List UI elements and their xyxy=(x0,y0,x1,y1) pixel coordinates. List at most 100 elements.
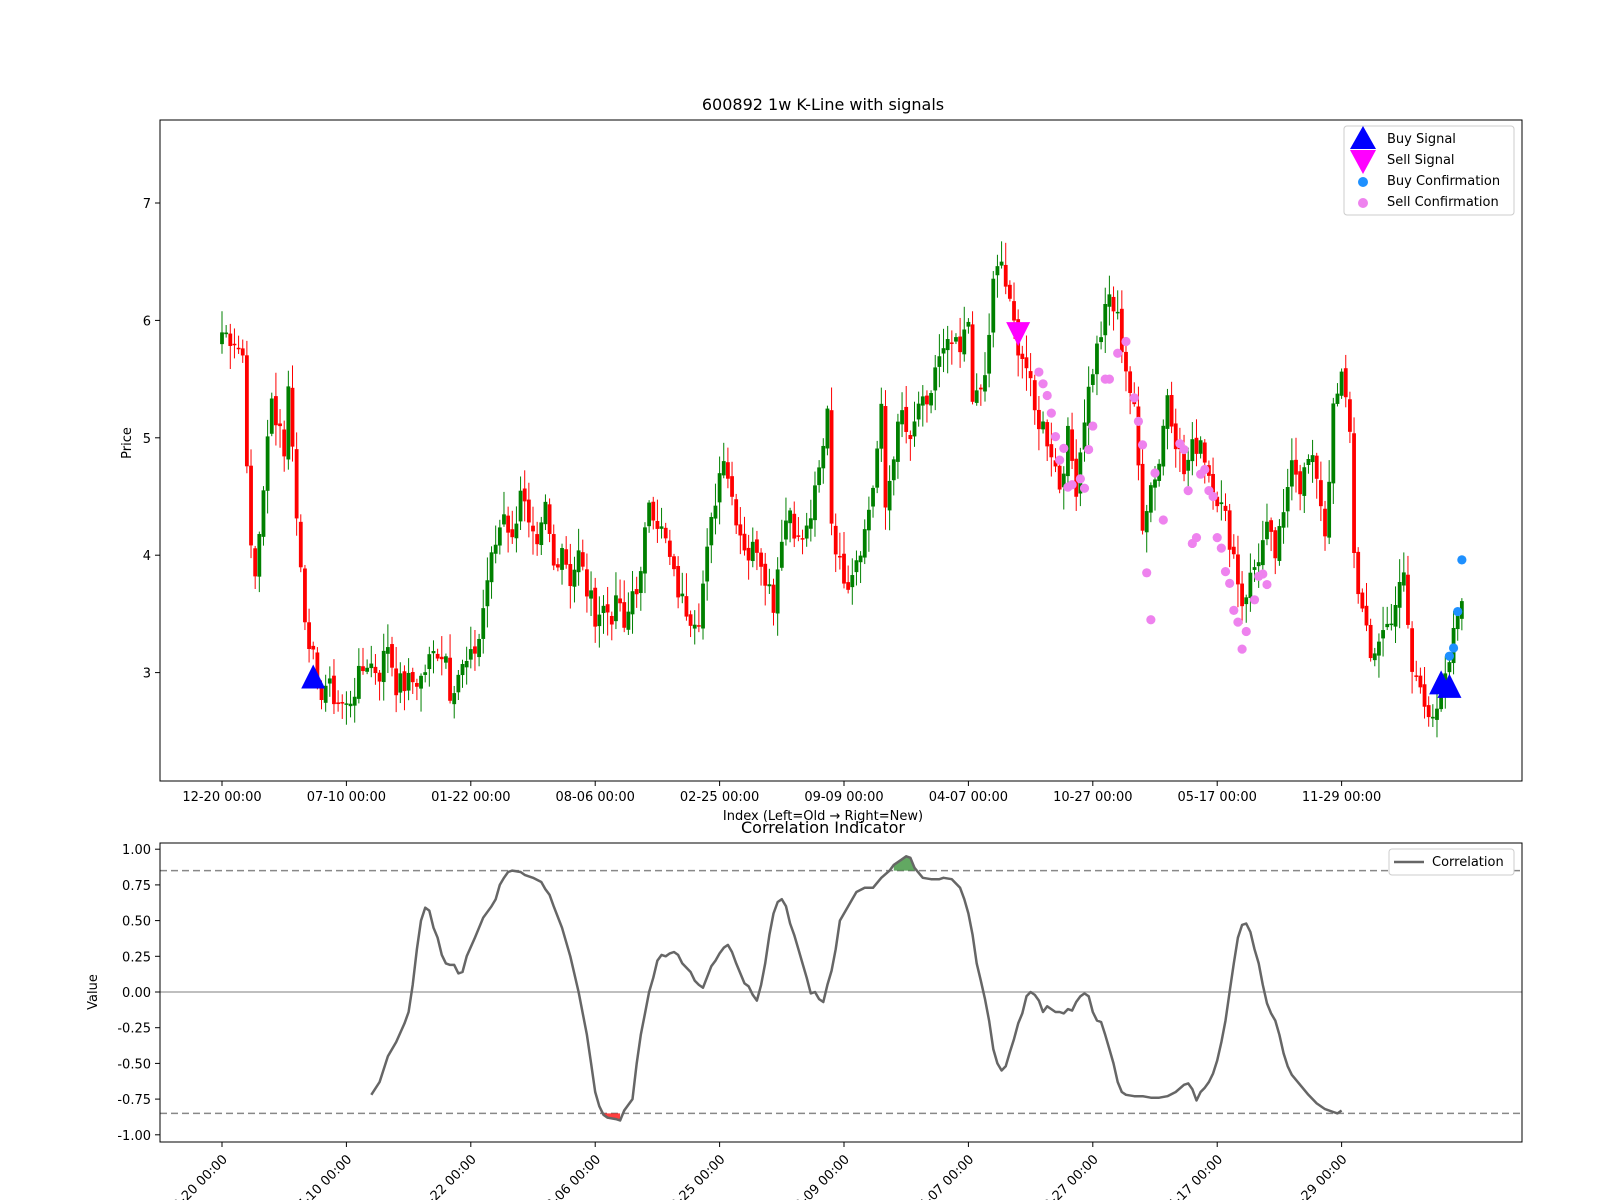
sell-confirmation-point xyxy=(1237,644,1247,654)
candle-body xyxy=(1136,406,1141,466)
candle-body xyxy=(1169,395,1174,427)
candle-body xyxy=(825,408,830,449)
candle-body xyxy=(531,525,535,532)
sell-confirmation-point xyxy=(1216,543,1226,553)
corr-ytick-label: -0.50 xyxy=(117,1057,151,1072)
candle-body xyxy=(1339,371,1344,396)
candle-body xyxy=(651,501,656,521)
candle-body xyxy=(1294,459,1298,475)
candle-body xyxy=(1115,311,1120,314)
candle-body xyxy=(817,467,822,486)
candle-body xyxy=(1447,662,1452,673)
kline-xtick-label: 02-25 00:00 xyxy=(680,790,759,805)
candle-body xyxy=(340,702,345,704)
candle-body xyxy=(427,654,432,670)
candle-body xyxy=(1223,505,1228,511)
candle-body xyxy=(655,521,660,529)
candle-body xyxy=(978,387,983,390)
candle-body xyxy=(991,278,996,333)
candle-body xyxy=(294,449,299,519)
candle-body xyxy=(966,321,971,327)
candle-body xyxy=(1381,630,1385,639)
candle-body xyxy=(937,356,942,367)
candle-body xyxy=(676,566,681,598)
candle-body xyxy=(1327,481,1332,538)
legend-sell-confirmation-label: Sell Confirmation xyxy=(1387,195,1499,210)
candle-body xyxy=(435,653,440,659)
candle-body xyxy=(933,367,938,391)
candle-body xyxy=(696,625,701,627)
candle-body xyxy=(808,518,813,529)
sell-confirmation-point xyxy=(1034,367,1044,377)
corr-ylabel: Value xyxy=(86,974,101,1010)
candle-body xyxy=(269,398,274,434)
candle-body xyxy=(755,539,759,553)
candle-body xyxy=(580,552,585,567)
corr-xtick-label: 01-22 00:00 xyxy=(413,1152,480,1200)
candle-body xyxy=(1020,353,1025,360)
candle-body xyxy=(796,535,801,537)
sell-confirmation-point xyxy=(1191,532,1202,543)
candle-body xyxy=(510,529,515,538)
candle-body xyxy=(224,332,229,335)
sell-confirmation-point xyxy=(1179,444,1189,455)
candle-body xyxy=(1086,386,1091,426)
candle-body xyxy=(1024,357,1029,369)
candle-body xyxy=(1289,460,1294,487)
kline-xtick-label: 10-27 00:00 xyxy=(1053,790,1132,805)
corr-ytick-label: 0.00 xyxy=(122,986,151,1001)
kline-xtick-label: 04-07 00:00 xyxy=(929,790,1008,805)
candle-body xyxy=(1314,455,1319,479)
sell-confirmation-point xyxy=(1258,569,1268,579)
candle-body xyxy=(717,473,722,503)
candle-body xyxy=(1248,572,1253,598)
candle-body xyxy=(1356,551,1361,595)
candle-body xyxy=(1128,371,1133,393)
candle-body xyxy=(663,527,668,539)
sell-confirmation-point xyxy=(1121,336,1131,347)
candle-body xyxy=(1348,399,1352,432)
candle-body xyxy=(605,604,610,613)
legend-buy-confirmation-marker xyxy=(1358,177,1368,187)
candle-body xyxy=(1343,368,1348,398)
candle-body xyxy=(970,324,975,402)
candle-body xyxy=(543,501,548,525)
corr-ytick-label: 0.50 xyxy=(122,915,151,930)
candle-body xyxy=(1277,526,1282,561)
candle-body xyxy=(1298,471,1303,495)
candle-body xyxy=(920,396,925,406)
candle-body xyxy=(356,665,361,699)
buy-confirmation-point xyxy=(1448,643,1459,653)
candle-body xyxy=(1036,409,1041,430)
candle-body xyxy=(1385,623,1390,628)
candle-body xyxy=(286,386,291,460)
kline-xtick-label: 01-22 00:00 xyxy=(431,790,510,805)
candle-body xyxy=(601,605,606,614)
candle-body xyxy=(298,521,303,568)
kline-ytick-label: 6 xyxy=(143,314,151,329)
corr-legend: Correlation xyxy=(1388,848,1515,876)
legend-buy-signal-label: Buy Signal xyxy=(1387,132,1456,147)
candle-body xyxy=(1231,546,1236,555)
candle-body xyxy=(257,534,262,577)
candle-body xyxy=(220,332,224,345)
candle-body xyxy=(290,387,295,447)
candle-body xyxy=(887,480,892,511)
candle-body xyxy=(228,333,233,346)
candle-body xyxy=(1393,604,1398,627)
buy-confirmation-point xyxy=(1444,651,1455,661)
candle-body xyxy=(688,614,693,626)
candle-body xyxy=(784,520,788,540)
kline-xtick-label: 11-29 00:00 xyxy=(1302,790,1381,805)
corr-ytick-label: -0.75 xyxy=(117,1093,151,1108)
sell-confirmation-point xyxy=(1150,468,1160,478)
corr-xtick-label: 02-25 00:00 xyxy=(662,1152,729,1200)
candle-body xyxy=(634,589,639,595)
candle-body xyxy=(659,526,664,529)
candle-body xyxy=(622,602,627,628)
candle-body xyxy=(390,644,394,668)
candle-body xyxy=(1161,425,1166,467)
candle-body xyxy=(1090,374,1095,385)
candle-body xyxy=(763,563,768,586)
corr-ytick-label: 0.25 xyxy=(122,950,151,965)
